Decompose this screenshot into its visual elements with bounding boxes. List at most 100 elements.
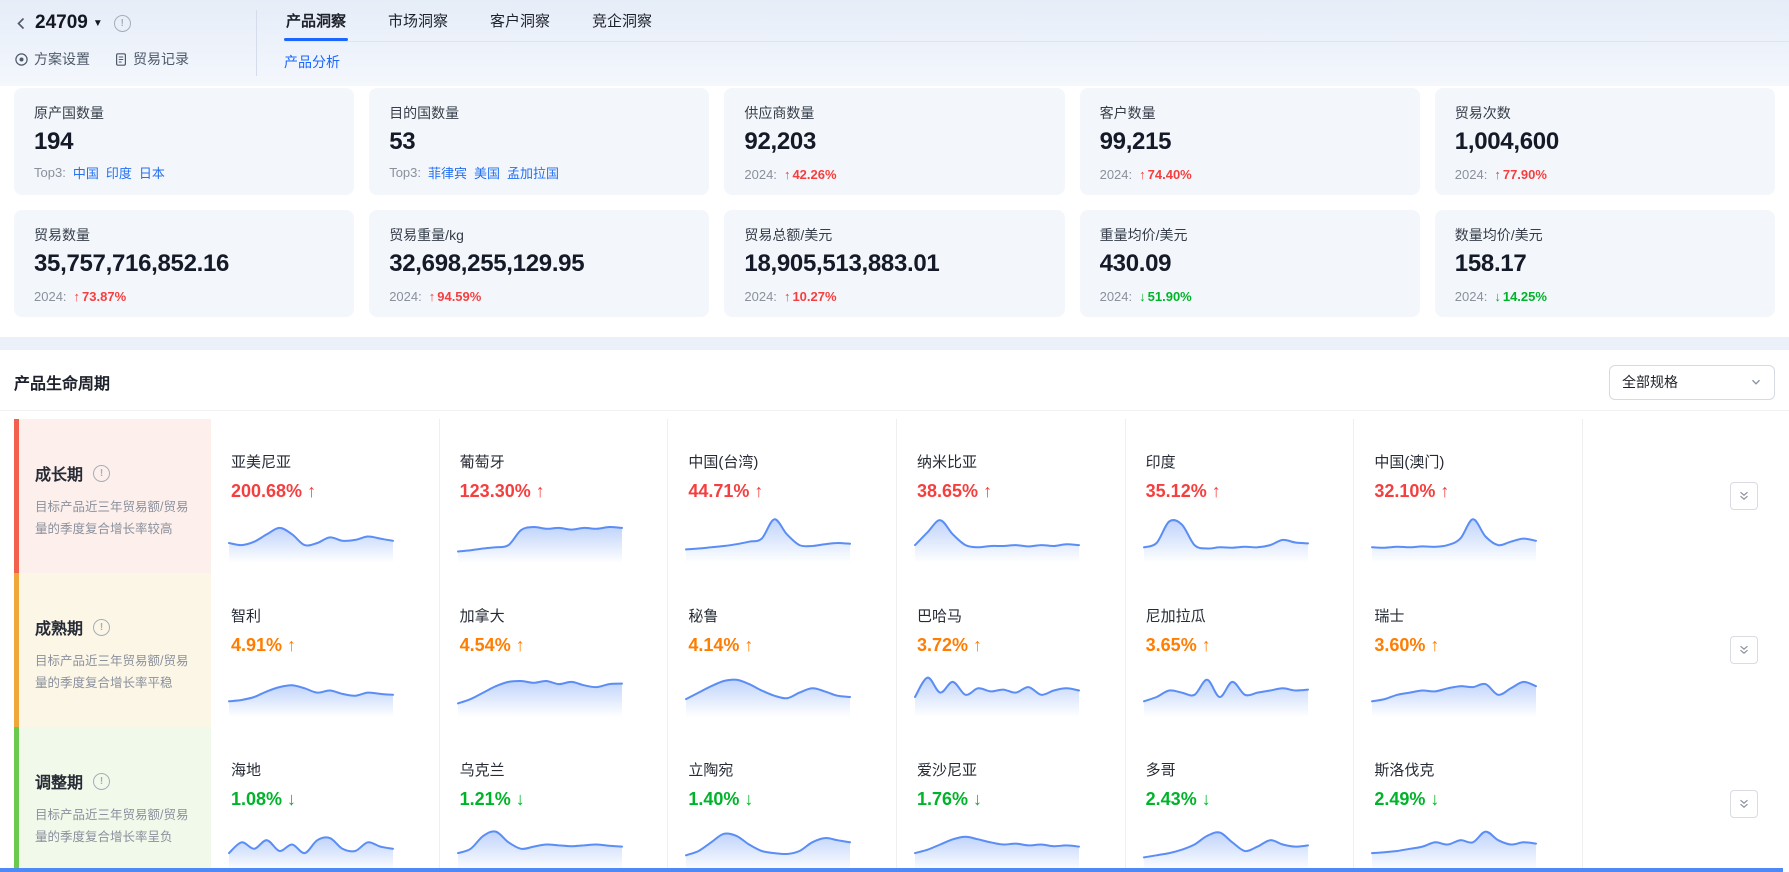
trend-sparkline [1142, 507, 1310, 563]
country-name: 多哥 [1146, 759, 1354, 780]
country-card[interactable]: 葡萄牙 123.30%↑ [440, 419, 669, 573]
caret-down-icon[interactable]: ▼ [93, 18, 103, 29]
stage-panel-mature: 成熟期 ! 目标产品近三年贸易额/贸易量的季度复合增长率平稳 [14, 573, 211, 727]
country-card[interactable]: 爱沙尼亚 1.76%↓ [897, 727, 1126, 872]
trade-records-label: 贸易记录 [133, 49, 189, 69]
top3-link[interactable]: 中国 [73, 163, 99, 182]
stat-value: 1,004,600 [1455, 128, 1755, 156]
stat-value: 158.17 [1455, 250, 1755, 278]
lifecycle-row-adjustment: 调整期 ! 目标产品近三年贸易额/贸易量的季度复合增长率呈负 海地 1.08%↓… [14, 727, 1775, 872]
info-icon[interactable]: ! [93, 465, 110, 482]
country-name: 尼加拉瓜 [1146, 605, 1354, 626]
plan-settings-label: 方案设置 [34, 49, 90, 69]
plan-id[interactable]: 24709 [35, 12, 88, 34]
up-arrow-icon: ↑ [744, 635, 753, 656]
down-arrow-icon: ↓ [1202, 789, 1211, 810]
bottom-scroll-indicator[interactable] [0, 868, 1783, 872]
stats-section: 原产国数量 194 Top3: 中国 印度 日本 目的国数量 53 Top3: [0, 86, 1789, 337]
tab-customer-insight[interactable]: 客户洞察 [488, 0, 552, 41]
stat-label: 数量均价/美元 [1455, 225, 1755, 245]
trend-sparkline [684, 507, 852, 563]
stage-description: 目标产品近三年贸易额/贸易量的季度复合增长率呈负 [35, 805, 197, 849]
stat-card-suppliers: 供应商数量 92,203 2024: ↑ 42.26% [724, 88, 1064, 195]
country-card[interactable]: 巴哈马 3.72%↑ [897, 573, 1126, 727]
country-card[interactable]: 斯洛伐克 2.49%↓ [1354, 727, 1583, 872]
stat-label: 贸易重量/kg [389, 225, 689, 245]
back-chevron-icon [14, 16, 28, 31]
down-arrow-icon: ↓ [973, 789, 982, 810]
stat-label: 供应商数量 [744, 103, 1044, 123]
info-icon[interactable]: ! [93, 619, 110, 636]
growth-rate: 3.60%↑ [1374, 635, 1582, 656]
growth-rate: 4.54%↑ [460, 635, 668, 656]
yoy-delta: ↑ 74.40% [1139, 167, 1192, 182]
trend-sparkline [913, 815, 1081, 871]
top3-link[interactable]: 菲律宾 [428, 163, 467, 182]
tab-competitor-insight[interactable]: 竞企洞察 [590, 0, 654, 41]
trend-sparkline [456, 661, 624, 717]
tab-product-insight[interactable]: 产品洞察 [284, 0, 348, 41]
stat-label: 客户数量 [1100, 103, 1400, 123]
up-arrow-icon: ↑ [784, 289, 791, 304]
country-card[interactable]: 秘鲁 4.14%↑ [668, 573, 897, 727]
stat-label: 重量均价/美元 [1100, 225, 1400, 245]
spec-filter-dropdown[interactable]: 全部规格 [1609, 365, 1775, 400]
growth-rate: 4.14%↑ [688, 635, 896, 656]
info-icon[interactable]: ! [114, 15, 131, 32]
info-icon[interactable]: ! [93, 773, 110, 790]
year-label: 2024: [34, 289, 67, 304]
stat-label: 原产国数量 [34, 103, 334, 123]
stage-description: 目标产品近三年贸易额/贸易量的季度复合增长率平稳 [35, 651, 197, 695]
country-card[interactable]: 亚美尼亚 200.68%↑ [211, 419, 440, 573]
stage-name: 调整期 [35, 769, 83, 793]
top3-link[interactable]: 印度 [106, 163, 132, 182]
growth-rate: 2.43%↓ [1146, 789, 1354, 810]
country-card[interactable]: 瑞士 3.60%↑ [1354, 573, 1583, 727]
up-arrow-icon: ↑ [784, 167, 791, 182]
spec-filter-value: 全部规格 [1622, 372, 1678, 392]
country-card[interactable]: 乌克兰 1.21%↓ [440, 727, 669, 872]
country-card[interactable]: 多哥 2.43%↓ [1126, 727, 1355, 872]
stat-card-destination-countries: 目的国数量 53 Top3: 菲律宾 美国 孟加拉国 [369, 88, 709, 195]
trade-records-button[interactable]: 贸易记录 [114, 49, 189, 69]
growth-rate: 123.30%↑ [460, 481, 668, 502]
country-card[interactable]: 立陶宛 1.40%↓ [668, 727, 897, 872]
growth-rate: 35.12%↑ [1146, 481, 1354, 502]
country-card[interactable]: 智利 4.91%↑ [211, 573, 440, 727]
down-arrow-icon: ↓ [287, 789, 296, 810]
back-button[interactable] [14, 16, 28, 31]
country-card[interactable]: 中国(澳门) 32.10%↑ [1354, 419, 1583, 573]
country-card[interactable]: 尼加拉瓜 3.65%↑ [1126, 573, 1355, 727]
down-arrow-icon: ↓ [1139, 289, 1146, 304]
top3-link[interactable]: 日本 [139, 163, 165, 182]
lifecycle-row-growth: 成长期 ! 目标产品近三年贸易额/贸易量的季度复合增长率较高 亚美尼亚 200.… [14, 419, 1775, 573]
document-icon [114, 52, 128, 67]
up-arrow-icon: ↑ [973, 635, 982, 656]
expand-row-button[interactable] [1730, 790, 1758, 818]
stat-value: 194 [34, 128, 334, 156]
trend-sparkline [227, 507, 395, 563]
chevron-down-icon [1750, 376, 1762, 388]
expand-row-button[interactable] [1730, 636, 1758, 664]
tab-market-insight[interactable]: 市场洞察 [386, 0, 450, 41]
country-card[interactable]: 海地 1.08%↓ [211, 727, 440, 872]
plan-settings-button[interactable]: 方案设置 [14, 49, 90, 69]
subtab-product-analysis[interactable]: 产品分析 [284, 52, 1789, 72]
expand-row-button[interactable] [1730, 482, 1758, 510]
country-name: 海地 [231, 759, 439, 780]
lifecycle-row-mature: 成熟期 ! 目标产品近三年贸易额/贸易量的季度复合增长率平稳 智利 4.91%↑… [14, 573, 1775, 727]
target-icon [14, 52, 29, 67]
top3-link[interactable]: 孟加拉国 [507, 163, 559, 182]
top3-link[interactable]: 美国 [474, 163, 500, 182]
country-card[interactable]: 加拿大 4.54%↑ [440, 573, 669, 727]
country-name: 中国(台湾) [688, 451, 896, 472]
growth-rate: 3.65%↑ [1146, 635, 1354, 656]
country-card[interactable]: 中国(台湾) 44.71%↑ [668, 419, 897, 573]
country-card[interactable]: 印度 35.12%↑ [1126, 419, 1355, 573]
double-chevron-down-icon [1738, 798, 1750, 810]
country-card[interactable]: 纳米比亚 38.65%↑ [897, 419, 1126, 573]
trend-sparkline [456, 815, 624, 871]
country-name: 斯洛伐克 [1374, 759, 1582, 780]
stat-value: 53 [389, 128, 689, 156]
header-main: 产品洞察 市场洞察 客户洞察 竞企洞察 产品分析 [257, 0, 1789, 86]
